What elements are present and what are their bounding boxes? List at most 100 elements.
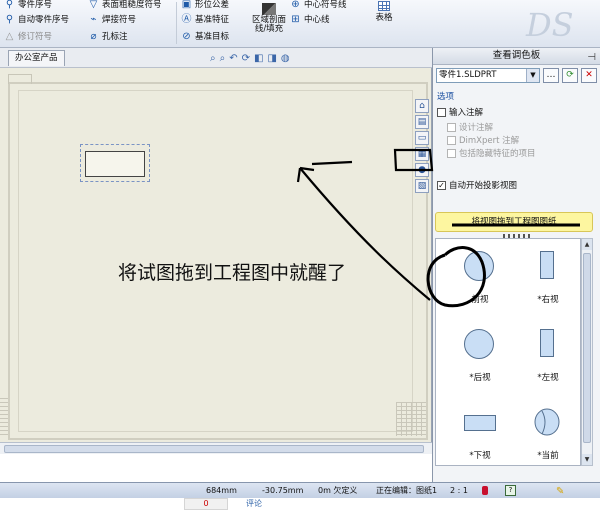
design-annotations-checkbox[interactable]: 设计注解: [447, 121, 493, 133]
view-shape: [540, 251, 554, 279]
centerline-button[interactable]: ⊞ 中心线: [290, 12, 329, 26]
bottom-view-thumbnail[interactable]: *下视: [450, 403, 510, 469]
view-shape: [534, 408, 560, 436]
datum-target-icon: ⊘: [182, 30, 191, 42]
annotation-ribbon: ⚲ 零件序号 ⚲ 自动零件序号 △ 修订符号 ▽ 表面粗糙度符号 ⌁ 焊接符号 ⌀ 孔标注 …: [0, 0, 600, 48]
placed-drawing-view[interactable]: [80, 144, 150, 182]
chevron-down-icon[interactable]: ▼: [526, 69, 539, 82]
back-view-thumbnail[interactable]: *后视: [450, 325, 510, 391]
auto-projected-view-checkbox[interactable]: ✓ 自动开始投影视图: [437, 179, 517, 191]
vertical-scroll-thumb[interactable]: [583, 253, 591, 443]
scroll-up-icon[interactable]: ▲: [582, 239, 592, 250]
geometric-tolerance-button[interactable]: ▣ 形位公差: [181, 0, 229, 11]
pin-icon[interactable]: ⊣: [587, 50, 596, 66]
table-button[interactable]: 表格: [368, 0, 400, 44]
import-annotations-checkbox[interactable]: 输入注解: [437, 106, 483, 118]
status-x: 684mm: [206, 486, 237, 495]
weld-icon: ⌁: [90, 13, 97, 25]
hide-show-icon[interactable]: ◨: [267, 53, 276, 64]
balloon-button[interactable]: ⚲ 零件序号: [4, 0, 52, 11]
svg-text:DS: DS: [525, 6, 574, 42]
dimxpert-annotations-checkbox[interactable]: DimXpert 注解: [447, 134, 519, 146]
horizontal-scroll-thumb[interactable]: [4, 445, 424, 453]
solidworks-window: ⚲ 零件序号 ⚲ 自动零件序号 △ 修订符号 ▽ 表面粗糙度符号 ⌁ 焊接符号 ⌀ 孔标注 …: [0, 0, 600, 510]
datum-target-button[interactable]: ⊘ 基准目标: [181, 29, 229, 43]
status-definition: 0m 欠定义: [318, 486, 358, 495]
front-view-thumbnail[interactable]: 前视: [450, 247, 510, 313]
revision-icon: △: [5, 30, 14, 42]
hole-callout-button[interactable]: ⌀ 孔标注: [88, 29, 127, 43]
zoom-fit-icon[interactable]: ⌕: [210, 53, 216, 64]
surface-finish-button[interactable]: ▽ 表面粗糙度符号: [88, 0, 162, 11]
pane-vertical-scrollbar[interactable]: ▲ ▼: [581, 238, 593, 466]
view-palette-icon[interactable]: ▦: [415, 147, 429, 161]
model-row: 零件1.SLDPRT ▼ … ⟳ ✕: [436, 68, 597, 83]
horizontal-scrollbar[interactable]: [0, 442, 432, 454]
view-palette-pane: 查看调色板 ⊣ 零件1.SLDPRT ▼ … ⟳ ✕ 选项 输入注解 设计注解 …: [432, 48, 600, 482]
hole-callout-icon: ⌀: [90, 30, 97, 42]
model-select[interactable]: 零件1.SLDPRT ▼: [436, 68, 540, 83]
clear-button[interactable]: ✕: [581, 68, 597, 83]
tab-office-products[interactable]: 办公室产品: [8, 50, 65, 66]
sheet-zone-marks: [0, 398, 8, 438]
task-pane-tabs: ⌂ ▤ ▭ ▦ ● ▧: [413, 98, 431, 208]
surface-finish-icon: ▽: [89, 0, 98, 10]
options-label: 选项: [437, 92, 455, 102]
rotate-view-icon[interactable]: ⟳: [242, 53, 250, 64]
previous-view-icon[interactable]: ↶: [229, 53, 237, 64]
weld-symbol-button[interactable]: ⌁ 焊接符号: [88, 12, 136, 26]
view-thumbnails: 前视 *右视 *后视 *左视 *下视 *当前: [435, 238, 581, 466]
view-shape: [464, 415, 496, 431]
datum-feature-button[interactable]: Ⓐ 基准特征: [181, 12, 230, 26]
balloon-icon: ⚲: [5, 0, 14, 10]
appearances-icon[interactable]: ●: [415, 163, 429, 177]
view-shape: [464, 329, 494, 359]
resources-icon[interactable]: ⌂: [415, 99, 429, 113]
comment-link[interactable]: 评论: [246, 498, 262, 509]
display-style-icon[interactable]: ◧: [254, 53, 263, 64]
help-icon[interactable]: ?: [505, 485, 516, 496]
custom-properties-icon[interactable]: ▧: [415, 179, 429, 193]
status-y: -30.75mm: [262, 486, 304, 495]
current-view-thumbnail[interactable]: *当前: [518, 403, 578, 469]
scroll-down-icon[interactable]: ▼: [582, 454, 592, 465]
rebuild-icon[interactable]: [482, 486, 488, 495]
revision-symbol-button[interactable]: △ 修订符号: [4, 29, 52, 43]
area-hatch-button[interactable]: 区域剖面线/填充: [250, 2, 288, 46]
status-scale[interactable]: 2 : 1: [450, 483, 468, 498]
view-shape: [540, 329, 554, 357]
view-rectangle: [85, 151, 145, 177]
status-bar: 684mm -30.75mm 0m 欠定义 正在编辑：图纸1 2 : 1 ? ✎: [0, 482, 600, 498]
tolerance-icon: ▣: [181, 0, 192, 10]
heads-up-view-toolbar: ⌕ ⌕ ↶ ⟳ ◧ ◨ ◍: [210, 51, 290, 65]
right-view-thumbnail[interactable]: *右视: [518, 247, 578, 313]
pane-title: 查看调色板: [492, 50, 541, 61]
drag-hint-bar: 将视图拖到工程图图纸: [435, 212, 593, 232]
file-explorer-icon[interactable]: ▭: [415, 131, 429, 145]
center-mark-button[interactable]: ⊕ 中心符号线: [290, 0, 346, 11]
appearance-icon[interactable]: ◍: [281, 53, 290, 64]
refresh-button[interactable]: ⟳: [562, 68, 578, 83]
page-footer: 0 评论: [0, 498, 600, 510]
title-block: [396, 402, 426, 436]
left-view-thumbnail[interactable]: *左视: [518, 325, 578, 391]
hatch-icon: [262, 3, 276, 15]
include-hidden-checkbox[interactable]: 包括隐藏特征的项目: [447, 147, 536, 159]
pane-title-bar: 查看调色板 ⊣: [433, 48, 600, 65]
pen-icon[interactable]: ✎: [556, 484, 564, 499]
drawing-canvas[interactable]: 将试图拖到工程图中就醒了: [0, 68, 432, 442]
auto-balloon-icon: ⚲: [5, 13, 14, 25]
zoom-area-icon[interactable]: ⌕: [220, 53, 226, 64]
auto-balloon-button[interactable]: ⚲ 自动零件序号: [4, 12, 69, 26]
command-tabs: 办公室产品 ⌕ ⌕ ↶ ⟳ ◧ ◨ ◍: [0, 48, 432, 68]
ds-logo-icon: DS: [525, 6, 574, 42]
design-library-icon[interactable]: ▤: [415, 115, 429, 129]
handwritten-annotation: 将试图拖到工程图中就醒了: [118, 262, 347, 284]
browse-button[interactable]: …: [543, 68, 559, 83]
centerline-icon: ⊞: [291, 13, 300, 25]
status-editing: 正在编辑：图纸1: [376, 486, 438, 495]
view-shape: [464, 251, 494, 281]
comment-count-badge[interactable]: 0: [184, 498, 228, 510]
datum-feature-icon: Ⓐ: [181, 13, 192, 25]
ribbon-divider: [176, 2, 177, 44]
